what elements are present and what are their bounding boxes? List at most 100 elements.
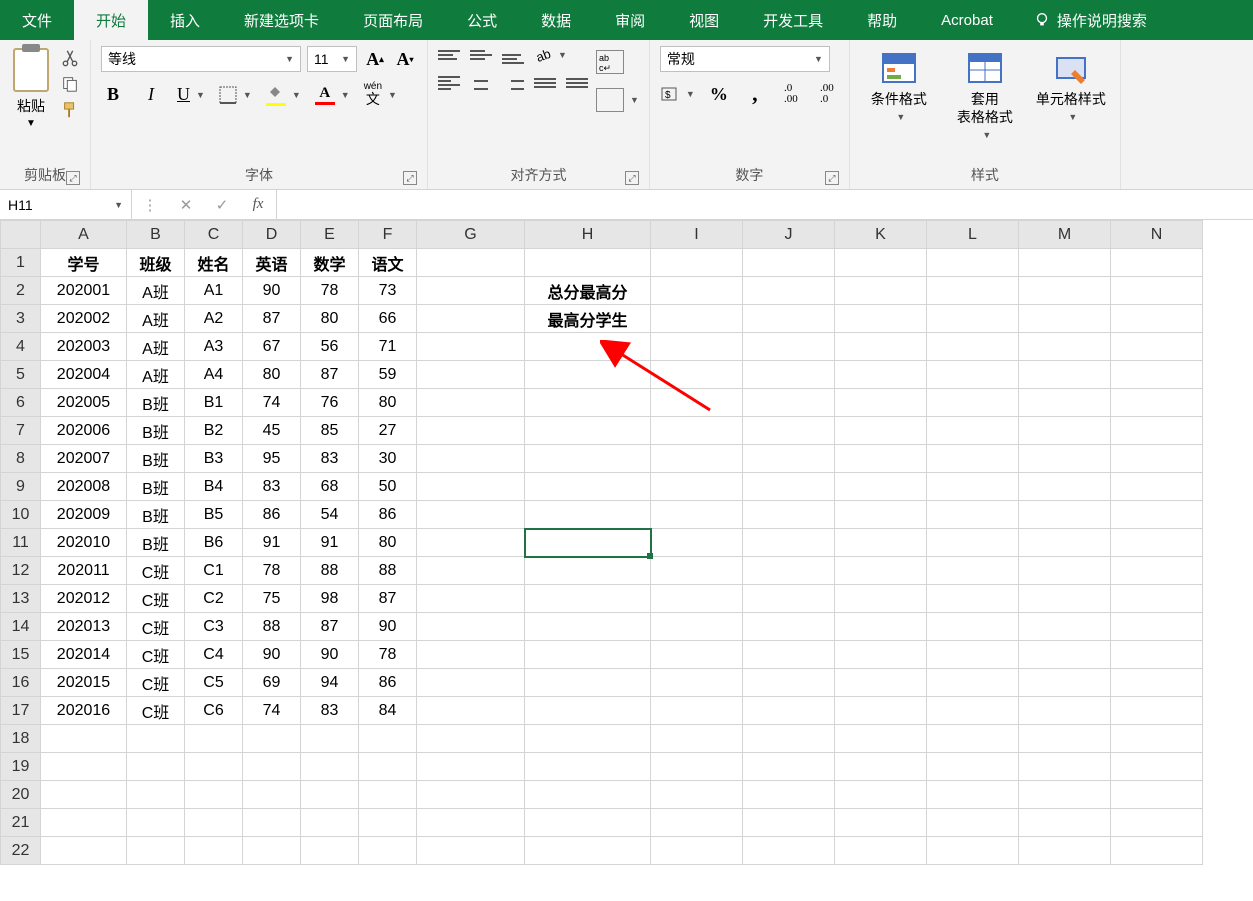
cell-I2[interactable] xyxy=(651,277,743,305)
cell-E3[interactable]: 80 xyxy=(301,305,359,333)
cell-F19[interactable] xyxy=(359,753,417,781)
cell-F21[interactable] xyxy=(359,809,417,837)
cell-L19[interactable] xyxy=(927,753,1019,781)
cell-L14[interactable] xyxy=(927,613,1019,641)
cell-E10[interactable]: 54 xyxy=(301,501,359,529)
cell-K20[interactable] xyxy=(835,781,927,809)
cell-B12[interactable]: C班 xyxy=(127,557,185,585)
italic-button[interactable]: I xyxy=(139,83,163,107)
cell-C19[interactable] xyxy=(185,753,243,781)
cell-E1[interactable]: 数学 xyxy=(301,249,359,277)
cell-G6[interactable] xyxy=(417,389,525,417)
cell-G22[interactable] xyxy=(417,837,525,865)
cell-A10[interactable]: 202009 xyxy=(41,501,127,529)
cell-M13[interactable] xyxy=(1019,585,1111,613)
cell-E6[interactable]: 76 xyxy=(301,389,359,417)
cell-J4[interactable] xyxy=(743,333,835,361)
paste-button[interactable]: 粘贴 ▼ xyxy=(10,46,52,129)
cell-B21[interactable] xyxy=(127,809,185,837)
cell-H18[interactable] xyxy=(525,725,651,753)
col-header-E[interactable]: E xyxy=(301,221,359,249)
cell-F11[interactable]: 80 xyxy=(359,529,417,557)
cell-N18[interactable] xyxy=(1111,725,1203,753)
cell-K4[interactable] xyxy=(835,333,927,361)
underline-button[interactable]: U▼ xyxy=(177,84,205,105)
cell-C14[interactable]: C3 xyxy=(185,613,243,641)
col-header-H[interactable]: H xyxy=(525,221,651,249)
cell-L21[interactable] xyxy=(927,809,1019,837)
dropdown-icon[interactable]: ⋮ xyxy=(132,196,168,214)
tab-开发工具[interactable]: 开发工具 xyxy=(741,0,845,40)
cell-J16[interactable] xyxy=(743,669,835,697)
tell-me-search[interactable]: 操作说明搜索 xyxy=(1015,0,1165,40)
cell-N16[interactable] xyxy=(1111,669,1203,697)
align-left-icon[interactable] xyxy=(438,74,460,92)
cell-G14[interactable] xyxy=(417,613,525,641)
cell-I3[interactable] xyxy=(651,305,743,333)
cell-H4[interactable] xyxy=(525,333,651,361)
cell-H9[interactable] xyxy=(525,473,651,501)
cell-F12[interactable]: 88 xyxy=(359,557,417,585)
cell-E17[interactable]: 83 xyxy=(301,697,359,725)
col-header-K[interactable]: K xyxy=(835,221,927,249)
row-header-14[interactable]: 14 xyxy=(1,613,41,641)
cell-M22[interactable] xyxy=(1019,837,1111,865)
cell-B8[interactable]: B班 xyxy=(127,445,185,473)
row-header-16[interactable]: 16 xyxy=(1,669,41,697)
cell-J22[interactable] xyxy=(743,837,835,865)
cell-E7[interactable]: 85 xyxy=(301,417,359,445)
cell-B1[interactable]: 班级 xyxy=(127,249,185,277)
cell-A1[interactable]: 学号 xyxy=(41,249,127,277)
row-header-11[interactable]: 11 xyxy=(1,529,41,557)
cell-F7[interactable]: 27 xyxy=(359,417,417,445)
col-header-G[interactable]: G xyxy=(417,221,525,249)
cell-G11[interactable] xyxy=(417,529,525,557)
cell-M1[interactable] xyxy=(1019,249,1111,277)
conditional-format-button[interactable]: 条件格式▼ xyxy=(860,50,938,124)
cell-D21[interactable] xyxy=(243,809,301,837)
orientation-button[interactable]: ab▼ xyxy=(534,46,567,64)
cell-C3[interactable]: A2 xyxy=(185,305,243,333)
fx-icon[interactable]: fx xyxy=(240,196,276,213)
cell-D5[interactable]: 80 xyxy=(243,361,301,389)
row-header-13[interactable]: 13 xyxy=(1,585,41,613)
cell-I16[interactable] xyxy=(651,669,743,697)
cell-A14[interactable]: 202013 xyxy=(41,613,127,641)
cell-E4[interactable]: 56 xyxy=(301,333,359,361)
cell-A13[interactable]: 202012 xyxy=(41,585,127,613)
cell-K12[interactable] xyxy=(835,557,927,585)
cell-H16[interactable] xyxy=(525,669,651,697)
row-header-10[interactable]: 10 xyxy=(1,501,41,529)
row-header-19[interactable]: 19 xyxy=(1,753,41,781)
cell-I12[interactable] xyxy=(651,557,743,585)
cell-A8[interactable]: 202007 xyxy=(41,445,127,473)
cell-J12[interactable] xyxy=(743,557,835,585)
tab-数据[interactable]: 数据 xyxy=(519,0,593,40)
cell-J13[interactable] xyxy=(743,585,835,613)
cell-H19[interactable] xyxy=(525,753,651,781)
cell-N14[interactable] xyxy=(1111,613,1203,641)
cell-G16[interactable] xyxy=(417,669,525,697)
cell-H5[interactable] xyxy=(525,361,651,389)
cell-E16[interactable]: 94 xyxy=(301,669,359,697)
comma-button[interactable]: , xyxy=(743,82,767,106)
cell-I13[interactable] xyxy=(651,585,743,613)
cell-G2[interactable] xyxy=(417,277,525,305)
cell-A15[interactable]: 202014 xyxy=(41,641,127,669)
cut-icon[interactable] xyxy=(60,48,80,68)
cell-H13[interactable] xyxy=(525,585,651,613)
cell-I1[interactable] xyxy=(651,249,743,277)
decrease-decimal-icon[interactable]: .00.0 xyxy=(815,82,839,106)
cell-C12[interactable]: C1 xyxy=(185,557,243,585)
cell-E12[interactable]: 88 xyxy=(301,557,359,585)
cell-J2[interactable] xyxy=(743,277,835,305)
cell-G12[interactable] xyxy=(417,557,525,585)
cell-K18[interactable] xyxy=(835,725,927,753)
cell-G17[interactable] xyxy=(417,697,525,725)
cell-K16[interactable] xyxy=(835,669,927,697)
cell-M10[interactable] xyxy=(1019,501,1111,529)
cell-A11[interactable]: 202010 xyxy=(41,529,127,557)
cell-D20[interactable] xyxy=(243,781,301,809)
cell-L12[interactable] xyxy=(927,557,1019,585)
cell-F15[interactable]: 78 xyxy=(359,641,417,669)
